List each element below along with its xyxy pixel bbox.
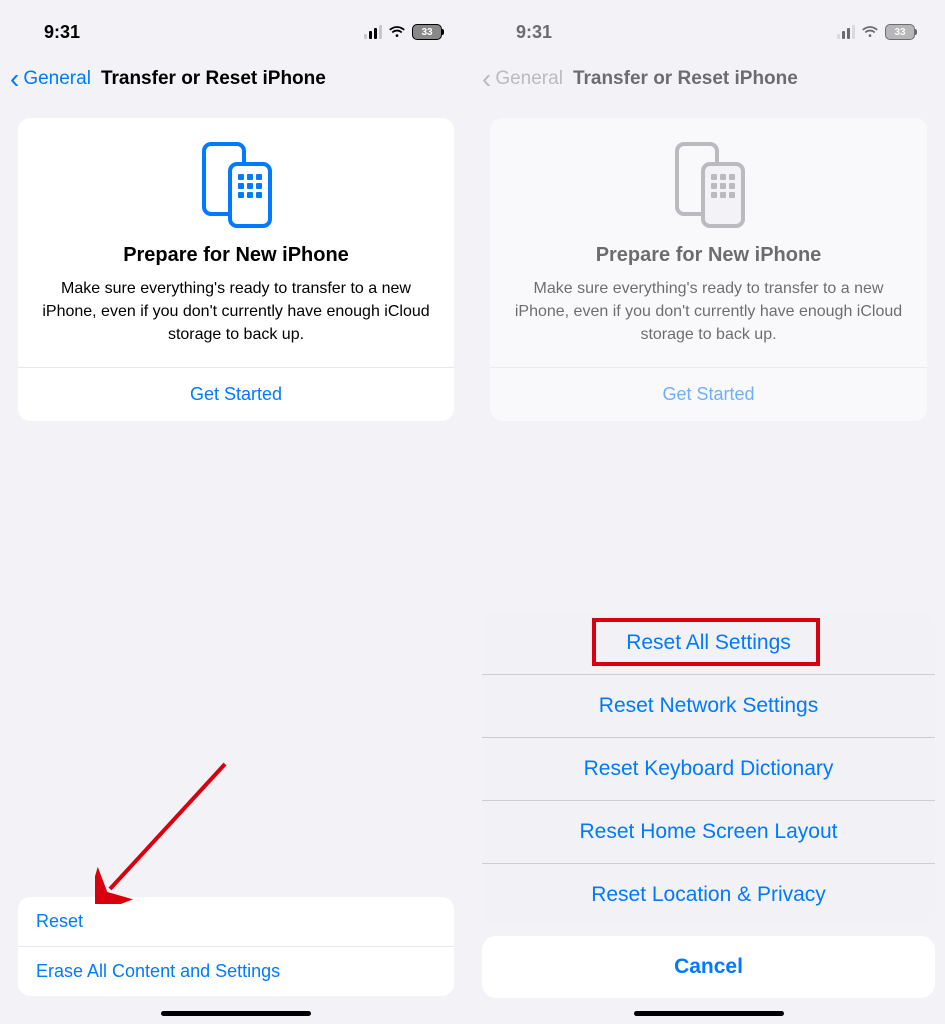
card-title: Prepare for New iPhone: [36, 244, 436, 267]
back-button: General: [495, 68, 563, 90]
action-sheet: Reset All Settings Reset Network Setting…: [482, 612, 935, 998]
screenshot-left: 9:31 33 ‹ General Transfer or Reset iPho…: [0, 0, 472, 1024]
page-title: Transfer or Reset iPhone: [573, 68, 798, 90]
cancel-button[interactable]: Cancel: [482, 936, 935, 998]
reset-all-settings-button[interactable]: Reset All Settings: [482, 612, 935, 675]
home-indicator[interactable]: [634, 1011, 784, 1016]
status-bar: 9:31 33: [472, 0, 945, 54]
wifi-icon: [388, 25, 406, 39]
back-chevron-icon: ‹: [482, 65, 491, 93]
home-indicator[interactable]: [161, 1011, 311, 1016]
card-title: Prepare for New iPhone: [508, 244, 909, 267]
get-started-button[interactable]: Get Started: [36, 368, 436, 421]
status-time: 9:31: [516, 22, 552, 43]
screenshot-right: 9:31 33 ‹ General Transfer or Reset iPho…: [472, 0, 945, 1024]
devices-icon: [196, 140, 276, 232]
devices-icon: [669, 140, 749, 232]
divider: [490, 367, 927, 368]
page-title: Transfer or Reset iPhone: [101, 68, 326, 90]
card-description: Make sure everything's ready to transfer…: [36, 277, 436, 347]
battery-icon: 33: [412, 24, 442, 40]
reset-keyboard-dictionary-button[interactable]: Reset Keyboard Dictionary: [482, 738, 935, 801]
reset-network-settings-button[interactable]: Reset Network Settings: [482, 675, 935, 738]
get-started-button: Get Started: [508, 368, 909, 421]
cellular-icon: [837, 25, 855, 39]
battery-icon: 33: [885, 24, 915, 40]
card-description: Make sure everything's ready to transfer…: [508, 277, 909, 347]
nav-bar: ‹ General Transfer or Reset iPhone: [472, 54, 945, 104]
cellular-icon: [364, 25, 382, 39]
bottom-list: Reset Erase All Content and Settings: [18, 897, 454, 996]
status-bar: 9:31 33: [0, 0, 472, 54]
reset-location-privacy-button[interactable]: Reset Location & Privacy: [482, 864, 935, 926]
reset-home-screen-layout-button[interactable]: Reset Home Screen Layout: [482, 801, 935, 864]
wifi-icon: [861, 25, 879, 39]
back-chevron-icon[interactable]: ‹: [10, 65, 19, 93]
erase-all-button[interactable]: Erase All Content and Settings: [18, 947, 454, 996]
prepare-card: Prepare for New iPhone Make sure everyth…: [18, 118, 454, 421]
back-button[interactable]: General: [23, 68, 91, 90]
status-time: 9:31: [44, 22, 80, 43]
prepare-card: Prepare for New iPhone Make sure everyth…: [490, 118, 927, 421]
reset-button[interactable]: Reset: [18, 897, 454, 947]
nav-bar: ‹ General Transfer or Reset iPhone: [0, 54, 472, 104]
